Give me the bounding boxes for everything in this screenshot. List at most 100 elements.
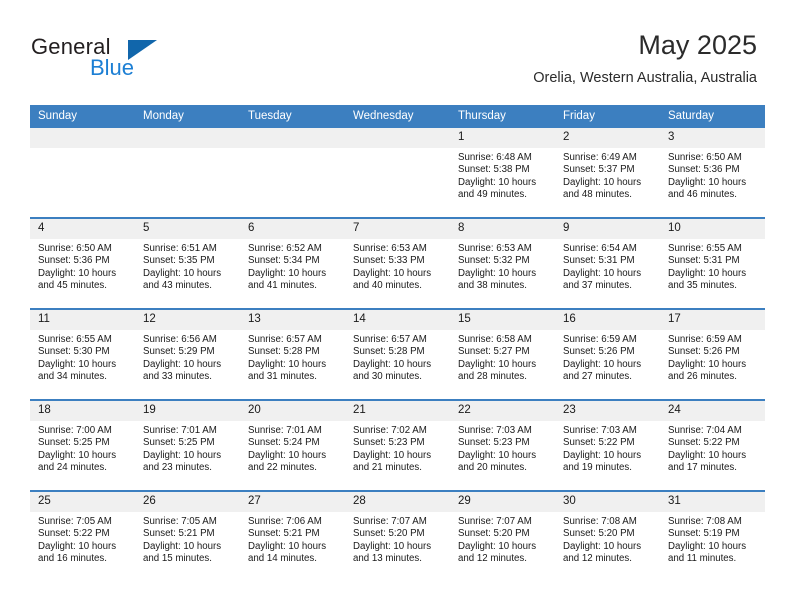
calendar-day-cell[interactable]: 6 Sunrise: 6:52 AM Sunset: 5:34 PM Daylight… — [240, 217, 345, 309]
calendar-day-cell[interactable]: 24 Sunrise: 7:04 AM Sunset: 5:22 PM Dayligh… — [660, 399, 765, 491]
daylight-text-line2: and 23 minutes. — [143, 462, 212, 474]
sunrise-text: Sunrise: 6:59 AM — [668, 334, 742, 345]
day-cell-details: Sunrise: 7:07 AM Sunset: 5:20 PM Daylight:… — [345, 512, 450, 566]
sunset-text: Sunset: 5:38 PM — [458, 164, 530, 176]
day-number: 14 — [345, 310, 450, 330]
day-cell-details: Sunrise: 6:54 AM Sunset: 5:31 PM Daylight:… — [555, 239, 660, 293]
calendar-day-cell[interactable]: 22 Sunrise: 7:03 AM Sunset: 5:23 PM Dayligh… — [450, 399, 555, 491]
daylight-text-line2: and 40 minutes. — [353, 280, 422, 292]
calendar-day-cell[interactable]: 10 Sunrise: 6:55 AM Sunset: 5:31 PM Dayligh… — [660, 217, 765, 309]
weekday-header-tuesday: Tuesday — [240, 105, 345, 128]
calendar-day-cell[interactable]: 26 Sunrise: 7:05 AM Sunset: 5:21 PM Dayligh… — [135, 490, 240, 581]
daylight-text-line1: Daylight: 10 hours — [143, 449, 222, 461]
brand-logo[interactable]: General Blue — [31, 34, 271, 82]
day-cell-inner: 4 Sunrise: 6:50 AM Sunset: 5:36 PM Daylight… — [30, 219, 135, 308]
day-number: 18 — [30, 401, 135, 421]
sunrise-text: Sunrise: 6:51 AM — [143, 243, 217, 254]
sunset-text: Sunset: 5:24 PM — [248, 437, 320, 449]
sunrise-text: Sunrise: 7:08 AM — [563, 516, 637, 527]
day-cell-inner: 19 Sunrise: 7:01 AM Sunset: 5:25 PM Dayligh… — [135, 401, 240, 490]
day-cell-inner: 30 Sunrise: 7:08 AM Sunset: 5:20 PM Dayligh… — [555, 492, 660, 581]
daylight-text-line1: Daylight: 10 hours — [38, 358, 117, 370]
day-cell-details: Sunrise: 6:55 AM Sunset: 5:30 PM Daylight:… — [30, 330, 135, 384]
sunrise-text: Sunrise: 7:00 AM — [38, 425, 112, 436]
calendar-day-cell[interactable]: 21 Sunrise: 7:02 AM Sunset: 5:23 PM Dayligh… — [345, 399, 450, 491]
sunset-text: Sunset: 5:32 PM — [458, 255, 530, 267]
day-number: 11 — [30, 310, 135, 330]
day-cell-inner: 8 Sunrise: 6:53 AM Sunset: 5:32 PM Daylight… — [450, 219, 555, 308]
day-cell-inner — [345, 128, 450, 217]
daylight-text-line2: and 12 minutes. — [563, 553, 632, 565]
calendar-day-cell[interactable]: 8 Sunrise: 6:53 AM Sunset: 5:32 PM Daylight… — [450, 217, 555, 309]
calendar-day-cell[interactable]: 25 Sunrise: 7:05 AM Sunset: 5:22 PM Dayligh… — [30, 490, 135, 581]
calendar-day-cell[interactable]: 16 Sunrise: 6:59 AM Sunset: 5:26 PM Dayligh… — [555, 308, 660, 400]
sunset-text: Sunset: 5:28 PM — [353, 346, 425, 358]
daylight-text-line1: Daylight: 10 hours — [458, 540, 537, 552]
day-number: 24 — [660, 401, 765, 421]
calendar-day-cell[interactable]: 19 Sunrise: 7:01 AM Sunset: 5:25 PM Dayligh… — [135, 399, 240, 491]
day-number: 16 — [555, 310, 660, 330]
day-cell-inner: 13 Sunrise: 6:57 AM Sunset: 5:28 PM Dayligh… — [240, 310, 345, 399]
sunrise-text: Sunrise: 6:55 AM — [38, 334, 112, 345]
calendar-day-cell[interactable]: 15 Sunrise: 6:58 AM Sunset: 5:27 PM Dayligh… — [450, 308, 555, 400]
calendar-day-cell[interactable]: 11 Sunrise: 6:55 AM Sunset: 5:30 PM Dayligh… — [30, 308, 135, 400]
day-number: 31 — [660, 492, 765, 512]
day-cell-details: Sunrise: 7:08 AM Sunset: 5:20 PM Daylight:… — [555, 512, 660, 566]
daylight-text-line1: Daylight: 10 hours — [143, 267, 222, 279]
day-number: 15 — [450, 310, 555, 330]
calendar-day-cell[interactable]: 2 Sunrise: 6:49 AM Sunset: 5:37 PM Daylight… — [555, 128, 660, 218]
calendar-day-cell[interactable]: 20 Sunrise: 7:01 AM Sunset: 5:24 PM Dayligh… — [240, 399, 345, 491]
calendar-day-cell[interactable]: 30 Sunrise: 7:08 AM Sunset: 5:20 PM Dayligh… — [555, 490, 660, 581]
daylight-text-line1: Daylight: 10 hours — [563, 540, 642, 552]
sunset-text: Sunset: 5:20 PM — [458, 528, 530, 540]
daylight-text-line2: and 43 minutes. — [143, 280, 212, 292]
calendar-day-cell[interactable]: 3 Sunrise: 6:50 AM Sunset: 5:36 PM Daylight… — [660, 128, 765, 218]
calendar-day-cell[interactable]: 31 Sunrise: 7:08 AM Sunset: 5:19 PM Dayligh… — [660, 490, 765, 581]
sunrise-text: Sunrise: 6:55 AM — [668, 243, 742, 254]
day-cell-inner: 12 Sunrise: 6:56 AM Sunset: 5:29 PM Dayligh… — [135, 310, 240, 399]
calendar-day-cell[interactable]: 1 Sunrise: 6:48 AM Sunset: 5:38 PM Daylight… — [450, 128, 555, 218]
calendar-day-cell[interactable]: 9 Sunrise: 6:54 AM Sunset: 5:31 PM Daylight… — [555, 217, 660, 309]
calendar-body: 1 Sunrise: 6:48 AM Sunset: 5:38 PM Daylight… — [30, 128, 765, 581]
calendar-grid: Sunday Monday Tuesday Wednesday Thursday Frid… — [30, 105, 765, 581]
daylight-text-line2: and 12 minutes. — [458, 553, 527, 565]
day-number: 7 — [345, 219, 450, 239]
calendar-day-cell[interactable]: 13 Sunrise: 6:57 AM Sunset: 5:28 PM Dayligh… — [240, 308, 345, 400]
calendar-day-cell[interactable]: 12 Sunrise: 6:56 AM Sunset: 5:29 PM Dayligh… — [135, 308, 240, 400]
calendar-day-cell[interactable]: 18 Sunrise: 7:00 AM Sunset: 5:25 PM Dayligh… — [30, 399, 135, 491]
day-cell-inner: 3 Sunrise: 6:50 AM Sunset: 5:36 PM Daylight… — [660, 128, 765, 217]
day-cell-inner: 26 Sunrise: 7:05 AM Sunset: 5:21 PM Dayligh… — [135, 492, 240, 581]
sunrise-text: Sunrise: 7:03 AM — [458, 425, 532, 436]
daylight-text-line1: Daylight: 10 hours — [143, 540, 222, 552]
day-cell-inner: 16 Sunrise: 6:59 AM Sunset: 5:26 PM Dayligh… — [555, 310, 660, 399]
day-cell-inner: 25 Sunrise: 7:05 AM Sunset: 5:22 PM Dayligh… — [30, 492, 135, 581]
calendar-day-cell[interactable]: 28 Sunrise: 7:07 AM Sunset: 5:20 PM Dayligh… — [345, 490, 450, 581]
sunrise-text: Sunrise: 7:07 AM — [458, 516, 532, 527]
day-cell-details: Sunrise: 6:51 AM Sunset: 5:35 PM Daylight:… — [135, 239, 240, 293]
day-cell-details: Sunrise: 6:49 AM Sunset: 5:37 PM Daylight:… — [555, 148, 660, 202]
daylight-text-line2: and 34 minutes. — [38, 371, 107, 383]
calendar-day-cell[interactable]: 27 Sunrise: 7:06 AM Sunset: 5:21 PM Dayligh… — [240, 490, 345, 581]
weekday-header-thursday: Thursday — [450, 105, 555, 128]
calendar-day-cell[interactable]: 17 Sunrise: 6:59 AM Sunset: 5:26 PM Dayligh… — [660, 308, 765, 400]
sunset-text: Sunset: 5:36 PM — [38, 255, 110, 267]
daylight-text-line2: and 26 minutes. — [668, 371, 737, 383]
day-number — [135, 128, 240, 148]
calendar-day-cell[interactable]: 7 Sunrise: 6:53 AM Sunset: 5:33 PM Daylight… — [345, 217, 450, 309]
weekday-header-sunday: Sunday — [30, 105, 135, 128]
daylight-text-line1: Daylight: 10 hours — [668, 267, 747, 279]
calendar-day-cell[interactable]: 14 Sunrise: 6:57 AM Sunset: 5:28 PM Dayligh… — [345, 308, 450, 400]
daylight-text-line1: Daylight: 10 hours — [143, 358, 222, 370]
sunset-text: Sunset: 5:22 PM — [38, 528, 110, 540]
day-cell-inner: 11 Sunrise: 6:55 AM Sunset: 5:30 PM Dayligh… — [30, 310, 135, 399]
calendar-day-cell[interactable]: 5 Sunrise: 6:51 AM Sunset: 5:35 PM Daylight… — [135, 217, 240, 309]
calendar-day-cell[interactable]: 23 Sunrise: 7:03 AM Sunset: 5:22 PM Dayligh… — [555, 399, 660, 491]
day-cell-details: Sunrise: 6:58 AM Sunset: 5:27 PM Daylight:… — [450, 330, 555, 384]
calendar-day-cell[interactable]: 4 Sunrise: 6:50 AM Sunset: 5:36 PM Daylight… — [30, 217, 135, 309]
calendar-week-row: 25 Sunrise: 7:05 AM Sunset: 5:22 PM Dayligh… — [30, 490, 765, 581]
sunset-text: Sunset: 5:36 PM — [668, 164, 740, 176]
sunset-text: Sunset: 5:31 PM — [563, 255, 635, 267]
day-cell-details: Sunrise: 7:00 AM Sunset: 5:25 PM Daylight:… — [30, 421, 135, 475]
calendar-day-cell[interactable]: 29 Sunrise: 7:07 AM Sunset: 5:20 PM Dayligh… — [450, 490, 555, 581]
title-block: May 2025 Orelia, Western Australia, Aust… — [533, 28, 757, 87]
